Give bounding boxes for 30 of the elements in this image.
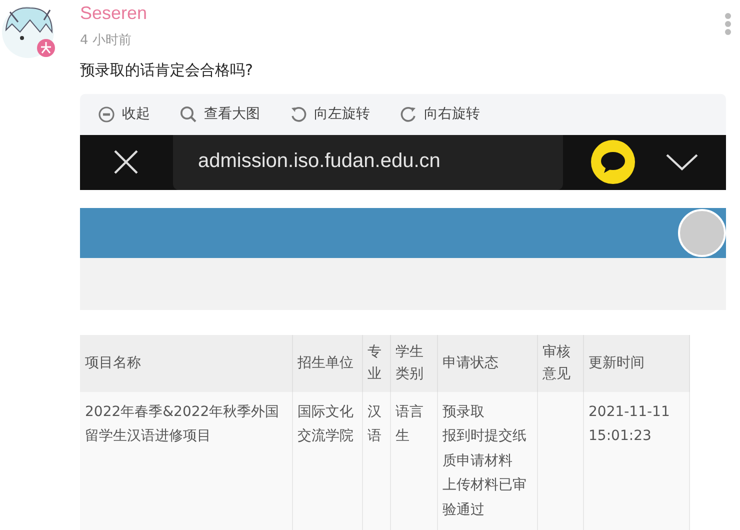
column-header: 学生类别	[390, 334, 437, 392]
table-cell-text: 汉语	[368, 402, 382, 446]
search-icon	[180, 106, 197, 123]
column-header: 申请状态	[437, 334, 537, 392]
toolbar-button[interactable]: 向左旋转	[290, 105, 370, 124]
rotate-right-icon	[400, 106, 417, 123]
table-cell-text: 报到时提交纸质申请材料	[442, 427, 528, 470]
chat-bubble-icon[interactable]	[591, 140, 635, 184]
column-header: 项目名称	[80, 334, 292, 392]
chevron-down-icon[interactable]	[665, 153, 699, 172]
table-cell-text: 语言生	[396, 402, 424, 446]
collapse-icon	[98, 106, 115, 123]
table-cell-text: 2021-11-11 15:01:23	[588, 402, 671, 446]
toolbar-button[interactable]: 收起	[98, 105, 150, 124]
table-cell-text: 上传材料已审验通过	[442, 476, 528, 520]
post-time: 4 小时前	[80, 32, 132, 49]
column-header: 更新时间	[583, 334, 689, 392]
post-text: 预录取的话肯定会合格吗?	[80, 61, 254, 80]
table-cell-text: 预录取	[442, 402, 486, 422]
column-header: 审核意见	[537, 334, 583, 392]
table-cell-text: 国际文化交流学院	[298, 402, 354, 446]
column-header: 专业	[362, 334, 390, 392]
user-avatar-placeholder[interactable]	[678, 208, 726, 257]
url-field[interactable]: admission.iso.fudan.edu.cn	[173, 134, 563, 190]
close-icon[interactable]	[113, 149, 139, 176]
toolbar-button[interactable]: 向右旋转	[400, 105, 480, 124]
column-header: 招生单位	[292, 334, 362, 392]
toolbar-button[interactable]: 查看大图	[180, 105, 260, 124]
table-cell-text: 2022年春季&2022年秋季外国留学生汉语进修项目	[85, 402, 280, 446]
rotate-left-icon	[290, 106, 307, 123]
